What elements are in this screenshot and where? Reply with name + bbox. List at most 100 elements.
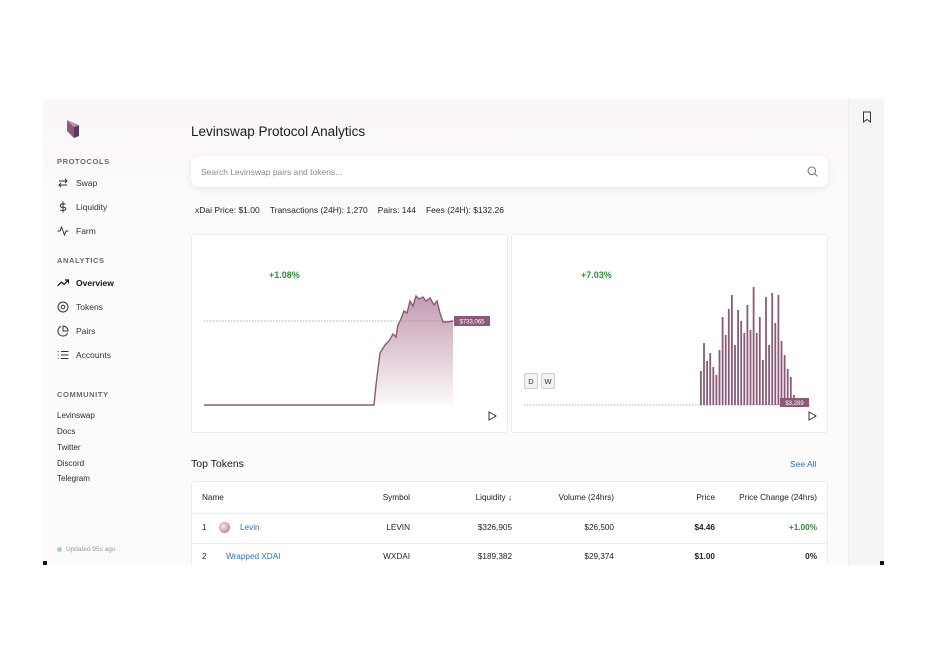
volume-bar <box>715 375 718 405</box>
updated-text: Updated 95s ago <box>66 546 116 553</box>
right-rail <box>848 99 884 565</box>
column-header-price-change[interactable]: Price Change (24hrs) <box>739 493 817 502</box>
search-input[interactable] <box>201 166 807 177</box>
volume-bar <box>743 333 746 405</box>
sidebar-item-tokens[interactable]: Tokens <box>57 300 103 314</box>
token-price: $4.46 <box>694 523 716 532</box>
volume-value-label: $3,289 <box>785 401 804 407</box>
volume-bar <box>737 310 739 405</box>
sidebar-item-label: Tokens <box>76 302 103 312</box>
swap-icon <box>57 177 69 189</box>
token-symbol: LEVIN <box>386 523 410 532</box>
list-icon <box>57 349 69 361</box>
liquidity-area <box>204 296 453 405</box>
bookmark-icon[interactable] <box>862 111 872 123</box>
search-icon[interactable] <box>807 166 818 177</box>
dollar-icon <box>57 201 69 213</box>
volume-bar <box>746 305 749 405</box>
sidebar-item-swap[interactable]: Swap <box>57 176 97 190</box>
column-header-liquidity[interactable]: Liquidity ↓ <box>476 493 512 502</box>
volume-bars <box>700 287 795 405</box>
sidebar-item-overview[interactable]: Overview <box>57 276 114 290</box>
stat-transactions: Transactions (24H): 1,270 <box>269 205 368 215</box>
token-name-link[interactable]: Levin <box>240 523 260 532</box>
activity-icon <box>57 225 69 237</box>
liquidity-change: +1.08% <box>269 270 300 280</box>
row-rank: 1 <box>202 523 207 532</box>
volume-bar <box>762 360 764 405</box>
liquidity-area-chart[interactable]: $733,065 <box>192 235 509 434</box>
sidebar-item-liquidity[interactable]: Liquidity <box>57 200 107 214</box>
volume-bar <box>712 367 715 405</box>
token-price-change: +1.00% <box>789 523 817 532</box>
volume-bar <box>731 295 733 405</box>
play-icon[interactable] <box>487 411 497 421</box>
sidebar-item-farm[interactable]: Farm <box>57 224 96 238</box>
section-title-protocols: PROTOCOLS <box>57 157 110 166</box>
volume-bar <box>703 343 705 405</box>
section-title-analytics: ANALYTICS <box>57 256 105 265</box>
column-header-price[interactable]: Price <box>696 493 715 502</box>
volume-bar <box>758 317 761 405</box>
top-tokens-title: Top Tokens <box>191 458 244 470</box>
volume-bar <box>718 350 721 405</box>
row-divider <box>192 543 827 544</box>
community-link-docs[interactable]: Docs <box>57 427 75 436</box>
volume-bar <box>749 330 752 405</box>
sidebar-item-label: Pairs <box>76 326 96 336</box>
volume-bar <box>706 361 708 405</box>
volume-bar <box>721 317 724 405</box>
levin-token-logo <box>219 522 230 533</box>
page-title: Levinswap Protocol Analytics <box>191 124 366 139</box>
sidebar-item-label: Liquidity <box>76 202 108 212</box>
top-tokens-table: Name Symbol Liquidity ↓ Volume (24hrs) P… <box>191 481 828 565</box>
volume-bar <box>755 333 758 405</box>
sidebar-item-label: Swap <box>76 178 98 188</box>
search-bar[interactable] <box>191 156 828 187</box>
volume-bar <box>709 353 712 405</box>
volume-bar <box>768 345 770 405</box>
column-header-name[interactable]: Name <box>202 493 224 502</box>
token-liquidity: $189,382 <box>477 552 512 561</box>
token-name-link[interactable]: Wrapped XDAI <box>226 552 280 561</box>
volume-chart-card: $3,289 +7.03% D W <box>511 234 828 433</box>
token-volume: $29,374 <box>584 552 614 561</box>
stat-pairs: Pairs: 144 <box>377 205 416 215</box>
volume-bar <box>752 287 755 405</box>
stat-xdai-price: xDai Price: $1.00 <box>195 205 260 215</box>
status-dot <box>57 547 62 552</box>
volume-bar <box>740 321 743 405</box>
see-all-link[interactable]: See All <box>790 459 816 469</box>
sidebar-item-label: Overview <box>76 278 114 288</box>
column-header-volume[interactable]: Volume (24hrs) <box>558 493 614 502</box>
community-link-telegram[interactable]: Telegram <box>57 474 90 483</box>
volume-bar <box>700 371 702 405</box>
toggle-weekly-button[interactable]: W <box>541 373 555 389</box>
token-price: $1.00 <box>694 552 716 561</box>
app-window: PROTOCOLS Swap Liquidity Farm ANALYTICS … <box>43 99 884 565</box>
levinswap-logo[interactable] <box>66 119 80 139</box>
token-price-change: 0% <box>805 552 817 561</box>
volume-bar-chart[interactable]: $3,289 <box>512 235 829 434</box>
token-liquidity: $326,905 <box>477 523 512 532</box>
pie-chart-icon <box>57 325 69 337</box>
column-header-symbol[interactable]: Symbol <box>383 493 410 502</box>
sidebar-item-pairs[interactable]: Pairs <box>57 324 95 338</box>
community-link-discord[interactable]: Discord <box>57 459 84 468</box>
toggle-daily-button[interactable]: D <box>524 373 538 389</box>
volume-bar <box>771 293 774 405</box>
community-link-levinswap[interactable]: Levinswap <box>57 411 95 420</box>
volume-bar <box>774 323 777 405</box>
liquidity-chart-card: $733,065 +1.08% <box>191 234 508 433</box>
stats-bar: xDai Price: $1.00 Transactions (24H): 1,… <box>195 205 504 215</box>
volume-bar <box>734 345 736 405</box>
sidebar: PROTOCOLS Swap Liquidity Farm ANALYTICS … <box>43 99 173 565</box>
stat-fees: Fees (24H): $132.26 <box>425 205 504 215</box>
community-link-twitter[interactable]: Twitter <box>57 443 81 452</box>
volume-bar <box>727 309 730 405</box>
play-icon[interactable] <box>807 411 817 421</box>
sidebar-item-accounts[interactable]: Accounts <box>57 348 111 362</box>
volume-bar <box>724 335 727 405</box>
disc-icon <box>57 301 69 313</box>
volume-change: +7.03% <box>581 270 612 280</box>
